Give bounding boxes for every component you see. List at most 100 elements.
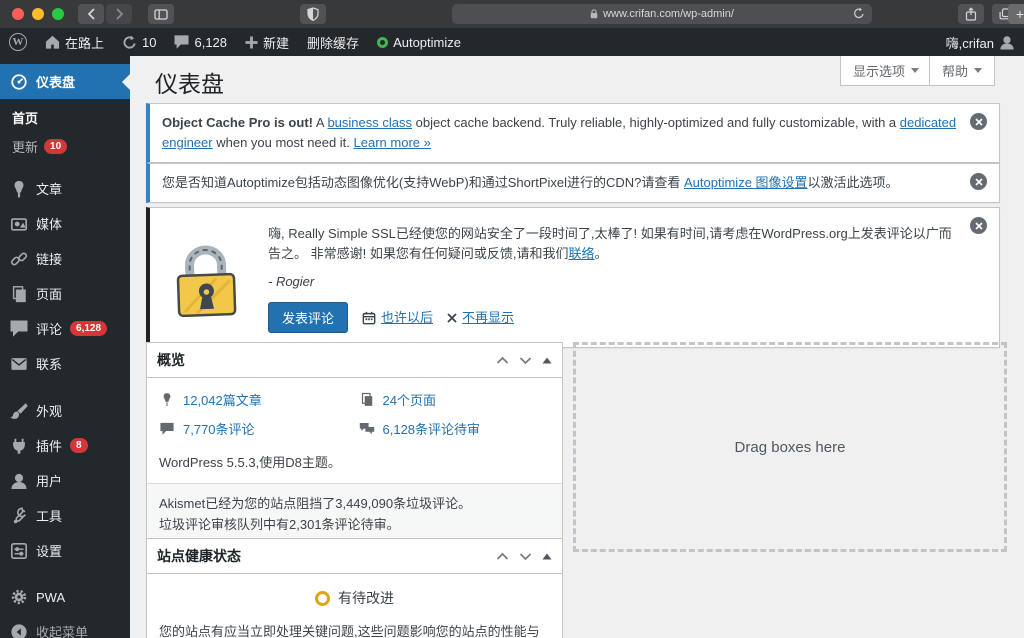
dismiss-notice-button[interactable] (970, 217, 987, 234)
sidebar-item-label: 外观 (36, 404, 63, 419)
sidebar-item-media[interactable]: 媒体 (0, 206, 130, 241)
sidebar-item-comments[interactable]: 评论 6,128 (0, 311, 130, 346)
site-health-widget: 站点健康状态 有待改进 您的站点有应当立即处理关键问题,这些问题影响您的站点的性… (146, 538, 563, 638)
sidebar-toggle-button[interactable] (148, 4, 174, 24)
active-arrow (122, 73, 130, 90)
moderation-count-item[interactable]: 6,128条评论待审 (359, 419, 551, 438)
chevron-left-icon (87, 8, 95, 20)
sidebar-item-contact[interactable]: 联系 (0, 346, 130, 381)
help-tab[interactable]: 帮助 (928, 56, 995, 86)
learn-more-link[interactable]: Learn more » (354, 135, 431, 150)
screen-options-tab[interactable]: 显示选项 (839, 56, 932, 86)
toggle-panel-button[interactable] (542, 553, 552, 560)
address-bar[interactable]: www.crifan.com/wp-admin/ (452, 4, 872, 24)
submenu-item-home[interactable]: 首页 (0, 103, 130, 132)
sidebar-item-label: 工具 (36, 509, 63, 524)
widget-drop-zone[interactable]: Drag boxes here (573, 342, 1007, 552)
dismiss-notice-button[interactable] (970, 113, 987, 130)
collapse-menu-button[interactable]: 收起菜单 (0, 614, 130, 638)
moderation-count-link[interactable]: 6,128条评论待审 (383, 419, 481, 438)
sidebar-item-plugins[interactable]: 插件 8 (0, 428, 130, 463)
updates-count: 10 (142, 34, 157, 50)
dashboard-submenu: 首页 更新 10 (0, 99, 130, 171)
admin-sidebar: 仪表盘 首页 更新 10 文章 媒体 链接 页面 评论 6,128 联系 外观 … (0, 56, 130, 638)
reload-button[interactable] (853, 7, 865, 23)
comments-count-link[interactable]: 7,770条评论 (183, 419, 255, 438)
new-tab-button[interactable]: + (1008, 4, 1024, 24)
contact-us-link[interactable]: 联络 (568, 246, 594, 261)
help-label: 帮助 (941, 64, 968, 79)
posts-count-item[interactable]: 12,042篇文章 (159, 390, 351, 409)
move-down-button[interactable] (519, 356, 532, 365)
link-icon (11, 252, 28, 265)
autoptimize-menu[interactable]: Autoptimize (368, 28, 470, 56)
pages-count-item[interactable]: 24个页面 (359, 390, 551, 409)
brush-icon (10, 402, 28, 419)
forward-button[interactable] (106, 4, 132, 24)
lock-icon (590, 9, 598, 19)
autoptimize-icon (377, 36, 389, 48)
move-up-button[interactable] (496, 552, 509, 561)
sidebar-item-pwa[interactable]: PWA (0, 580, 130, 614)
pages-count-link[interactable]: 24个页面 (383, 390, 436, 409)
dismiss-notice-button[interactable] (970, 173, 987, 190)
theme-link[interactable]: D8 (285, 455, 302, 470)
widget-header[interactable]: 站点健康状态 (147, 539, 562, 574)
sidebar-item-links[interactable]: 链接 (0, 241, 130, 276)
wordpress-version-text: WordPress 5.5.3,使用D8主题。 (159, 455, 341, 470)
updates-link[interactable]: 10 (113, 28, 165, 56)
flush-cache-button[interactable]: 删除缓存 (298, 28, 368, 56)
akismet-link[interactable]: Akismet (159, 496, 205, 511)
my-account-menu[interactable]: 嗨,crifan (937, 28, 1024, 56)
new-content-menu[interactable]: 新建 (236, 28, 298, 56)
sidebar-item-dashboard[interactable]: 仪表盘 (0, 64, 130, 99)
zoom-window-button[interactable] (52, 8, 64, 20)
move-up-button[interactable] (496, 356, 509, 365)
move-down-button[interactable] (519, 552, 532, 561)
close-icon (974, 221, 983, 230)
gear-icon (11, 589, 27, 605)
sidebar-item-tools[interactable]: 工具 (0, 498, 130, 533)
maybe-later-link[interactable]: 也许以后 (381, 308, 433, 328)
toggle-panel-button[interactable] (542, 357, 552, 364)
sidebar-item-users[interactable]: 用户 (0, 463, 130, 498)
leave-review-button[interactable]: 发表评论 (268, 302, 349, 334)
notice-bold-text: Object Cache Pro is out! (162, 115, 313, 130)
wrench-icon (13, 507, 26, 523)
back-button[interactable] (78, 4, 104, 24)
user-icon (11, 473, 27, 489)
sidebar-item-pages[interactable]: 页面 (0, 276, 130, 311)
widget-header[interactable]: 概览 (147, 343, 562, 378)
share-button[interactable] (958, 4, 984, 24)
sidebar-item-label: 联系 (36, 357, 63, 372)
comments-link[interactable]: 6,128 (165, 28, 236, 56)
collapse-icon (11, 623, 27, 638)
comment-bubble-icon (10, 320, 28, 337)
sidebar-item-appearance[interactable]: 外观 (0, 393, 130, 428)
comments-count-item[interactable]: 7,770条评论 (159, 419, 351, 438)
sidebar-item-settings[interactable]: 设置 (0, 533, 130, 568)
submenu-label: 更新 (12, 140, 39, 155)
spam-queue-link[interactable]: 2,301条评论 (289, 517, 361, 532)
pushpin-icon (163, 393, 171, 407)
window-controls (6, 8, 72, 20)
notice-object-cache-pro: Object Cache Pro is out! A business clas… (146, 103, 1000, 164)
health-status: 有待改进 (147, 588, 562, 608)
autoptimize-settings-link[interactable]: Autoptimize 图像设置 (684, 175, 808, 190)
close-window-button[interactable] (12, 8, 24, 20)
posts-count-link[interactable]: 12,042篇文章 (183, 390, 262, 409)
widget-title: 站点健康状态 (157, 548, 241, 564)
user-icon (1000, 35, 1014, 50)
dont-show-again-link[interactable]: 不再显示 (462, 308, 514, 328)
close-icon (447, 313, 457, 323)
business-class-link[interactable]: business class (327, 115, 412, 130)
close-icon (974, 117, 983, 126)
sidebar-item-posts[interactable]: 文章 (0, 171, 130, 206)
visit-site-link[interactable]: 在路上 (36, 28, 113, 56)
site-name: 在路上 (65, 35, 105, 51)
submenu-item-updates[interactable]: 更新 10 (0, 132, 130, 161)
wp-logo-menu[interactable]: W (0, 28, 36, 56)
privacy-report-button[interactable] (300, 4, 326, 24)
minimize-window-button[interactable] (32, 8, 44, 20)
dashboard-content: 显示选项 帮助 仪表盘 Object Cache Pro is out! A b… (130, 56, 1024, 638)
